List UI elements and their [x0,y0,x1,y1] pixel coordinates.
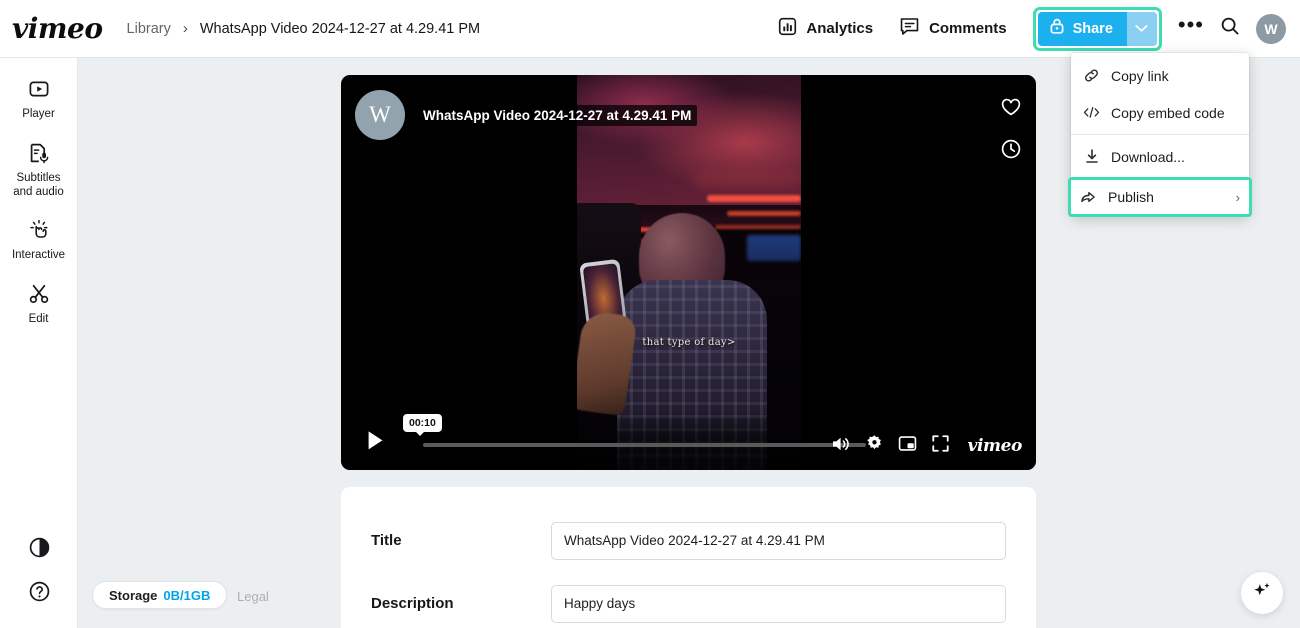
help-button[interactable] [0,572,78,616]
play-button[interactable] [367,430,384,456]
vimeo-video-manage-page: vimeo Library › WhatsApp Video 2024-12-2… [0,0,1300,628]
player-controls: 00:10 vimeo [341,412,1036,470]
seek-bar[interactable] [423,443,866,447]
scissors-icon [28,281,50,307]
subtitles-audio-icon [28,140,50,166]
ai-assistant-button[interactable] [1241,572,1283,614]
vimeo-logo[interactable]: vimeo [12,12,103,45]
fullscreen-icon [931,434,950,458]
video-settings-form: Title Description [341,487,1036,628]
video-overlay-header: W WhatsApp Video 2024-12-27 at 4.29.41 P… [355,90,698,140]
clock-icon [1000,139,1022,164]
share-button[interactable]: Share [1037,11,1127,46]
left-sidebar: Player Subtitles and audio Interactive E… [0,58,78,628]
menu-item-copy-link[interactable]: Copy link [1071,57,1249,94]
form-row-description: Description [341,572,1036,628]
help-icon [28,580,51,608]
watch-later-button[interactable] [1000,138,1022,165]
sidebar-item-interactive[interactable]: Interactive [0,199,77,263]
publish-arrow-icon [1080,189,1097,205]
share-dropdown-toggle[interactable] [1126,11,1157,46]
volume-icon [831,435,851,458]
sparkle-icon [1251,580,1273,607]
menu-item-download[interactable]: Download... [1071,138,1249,175]
header-actions: Analytics Comments Share ••• W [778,6,1300,51]
comments-button[interactable]: Comments [899,17,1007,41]
breadcrumb-current-video: WhatsApp Video 2024-12-27 at 4.29.41 PM [199,20,481,37]
user-avatar[interactable]: W [1256,13,1286,44]
menu-item-label: Publish [1108,189,1154,205]
share-label: Share [1072,20,1113,37]
search-icon [1220,16,1240,41]
player-icon [28,76,50,102]
menu-item-copy-embed-code[interactable]: Copy embed code [1071,94,1249,131]
description-label: Description [371,595,454,612]
contrast-theme-button[interactable] [0,528,78,572]
menu-divider [1071,134,1249,135]
sidebar-label-interactive: Interactive [11,249,66,262]
neon-light [707,195,801,202]
chevron-right-icon: › [1235,189,1240,205]
vimeo-player-brand: vimeo [967,436,1023,456]
settings-button[interactable] [865,434,884,458]
menu-item-label: Download... [1111,148,1185,165]
storage-indicator[interactable]: Storage 0B/1GB [92,581,228,609]
video-player[interactable]: that type of day> W WhatsApp Video 2024-… [341,75,1036,470]
title-input[interactable] [551,521,1006,560]
comments-label: Comments [929,20,1007,37]
lock-icon [1049,17,1065,40]
interactive-icon [28,217,50,243]
neon-light [727,211,801,216]
storage-label: Storage [109,587,158,603]
menu-item-label: Copy embed code [1111,104,1225,121]
sidebar-item-edit[interactable]: Edit [0,263,77,327]
video-caption: that type of day> [642,337,736,348]
breadcrumb: Library › WhatsApp Video 2024-12-27 at 4… [127,21,481,37]
fullscreen-button[interactable] [931,434,950,458]
neon-light [715,225,801,229]
like-button[interactable] [1000,97,1022,122]
sidebar-label-player: Player [22,108,55,120]
sidebar-bottom-actions [0,528,78,616]
comment-bubble-icon [899,17,920,41]
seek-time-tooltip: 00:10 [403,414,442,436]
video-owner-avatar[interactable]: W [355,90,405,140]
top-header: vimeo Library › WhatsApp Video 2024-12-2… [0,0,1300,58]
analytics-icon [778,17,797,41]
menu-item-publish[interactable]: Publish › [1068,177,1252,217]
download-icon [1083,148,1100,165]
title-label: Title [371,532,402,549]
sidebar-item-subtitles-and-audio[interactable]: Subtitles and audio [0,122,77,200]
sidebar-label-edit: Edit [28,313,49,326]
description-input[interactable] [551,584,1006,623]
breadcrumb-library-link[interactable]: Library [127,21,171,37]
contrast-icon [28,536,51,564]
chevron-down-icon [1135,20,1148,38]
volume-button[interactable] [831,435,851,458]
neon-light [695,171,801,189]
share-control-group: Share [1032,6,1162,51]
share-highlight-frame: Share [1032,6,1162,51]
analytics-button[interactable]: Analytics [778,17,873,41]
share-dropdown-menu: Copy link Copy embed code Download... Pu… [1068,53,1252,217]
link-icon [1083,67,1100,84]
analytics-label: Analytics [806,20,874,37]
form-row-title: Title [341,509,1036,572]
breadcrumb-separator-icon: › [182,20,188,37]
sidebar-item-player[interactable]: Player [0,58,77,122]
search-button[interactable] [1220,16,1240,41]
heart-icon [1000,98,1022,121]
picture-in-picture-icon [898,435,917,457]
more-options-button[interactable]: ••• [1178,14,1204,36]
player-right-controls: vimeo [831,434,1022,458]
picture-in-picture-button[interactable] [898,435,917,457]
storage-value: 0B/1GB [163,587,211,603]
play-icon [367,431,384,455]
code-icon [1083,105,1100,120]
video-overlay-title: WhatsApp Video 2024-12-27 at 4.29.41 PM [417,104,698,126]
legal-link[interactable]: Legal [237,589,269,604]
menu-item-label: Copy link [1111,67,1169,84]
gear-icon [865,434,884,458]
sidebar-label-subtitles-and-audio: Subtitles and audio [13,171,64,198]
